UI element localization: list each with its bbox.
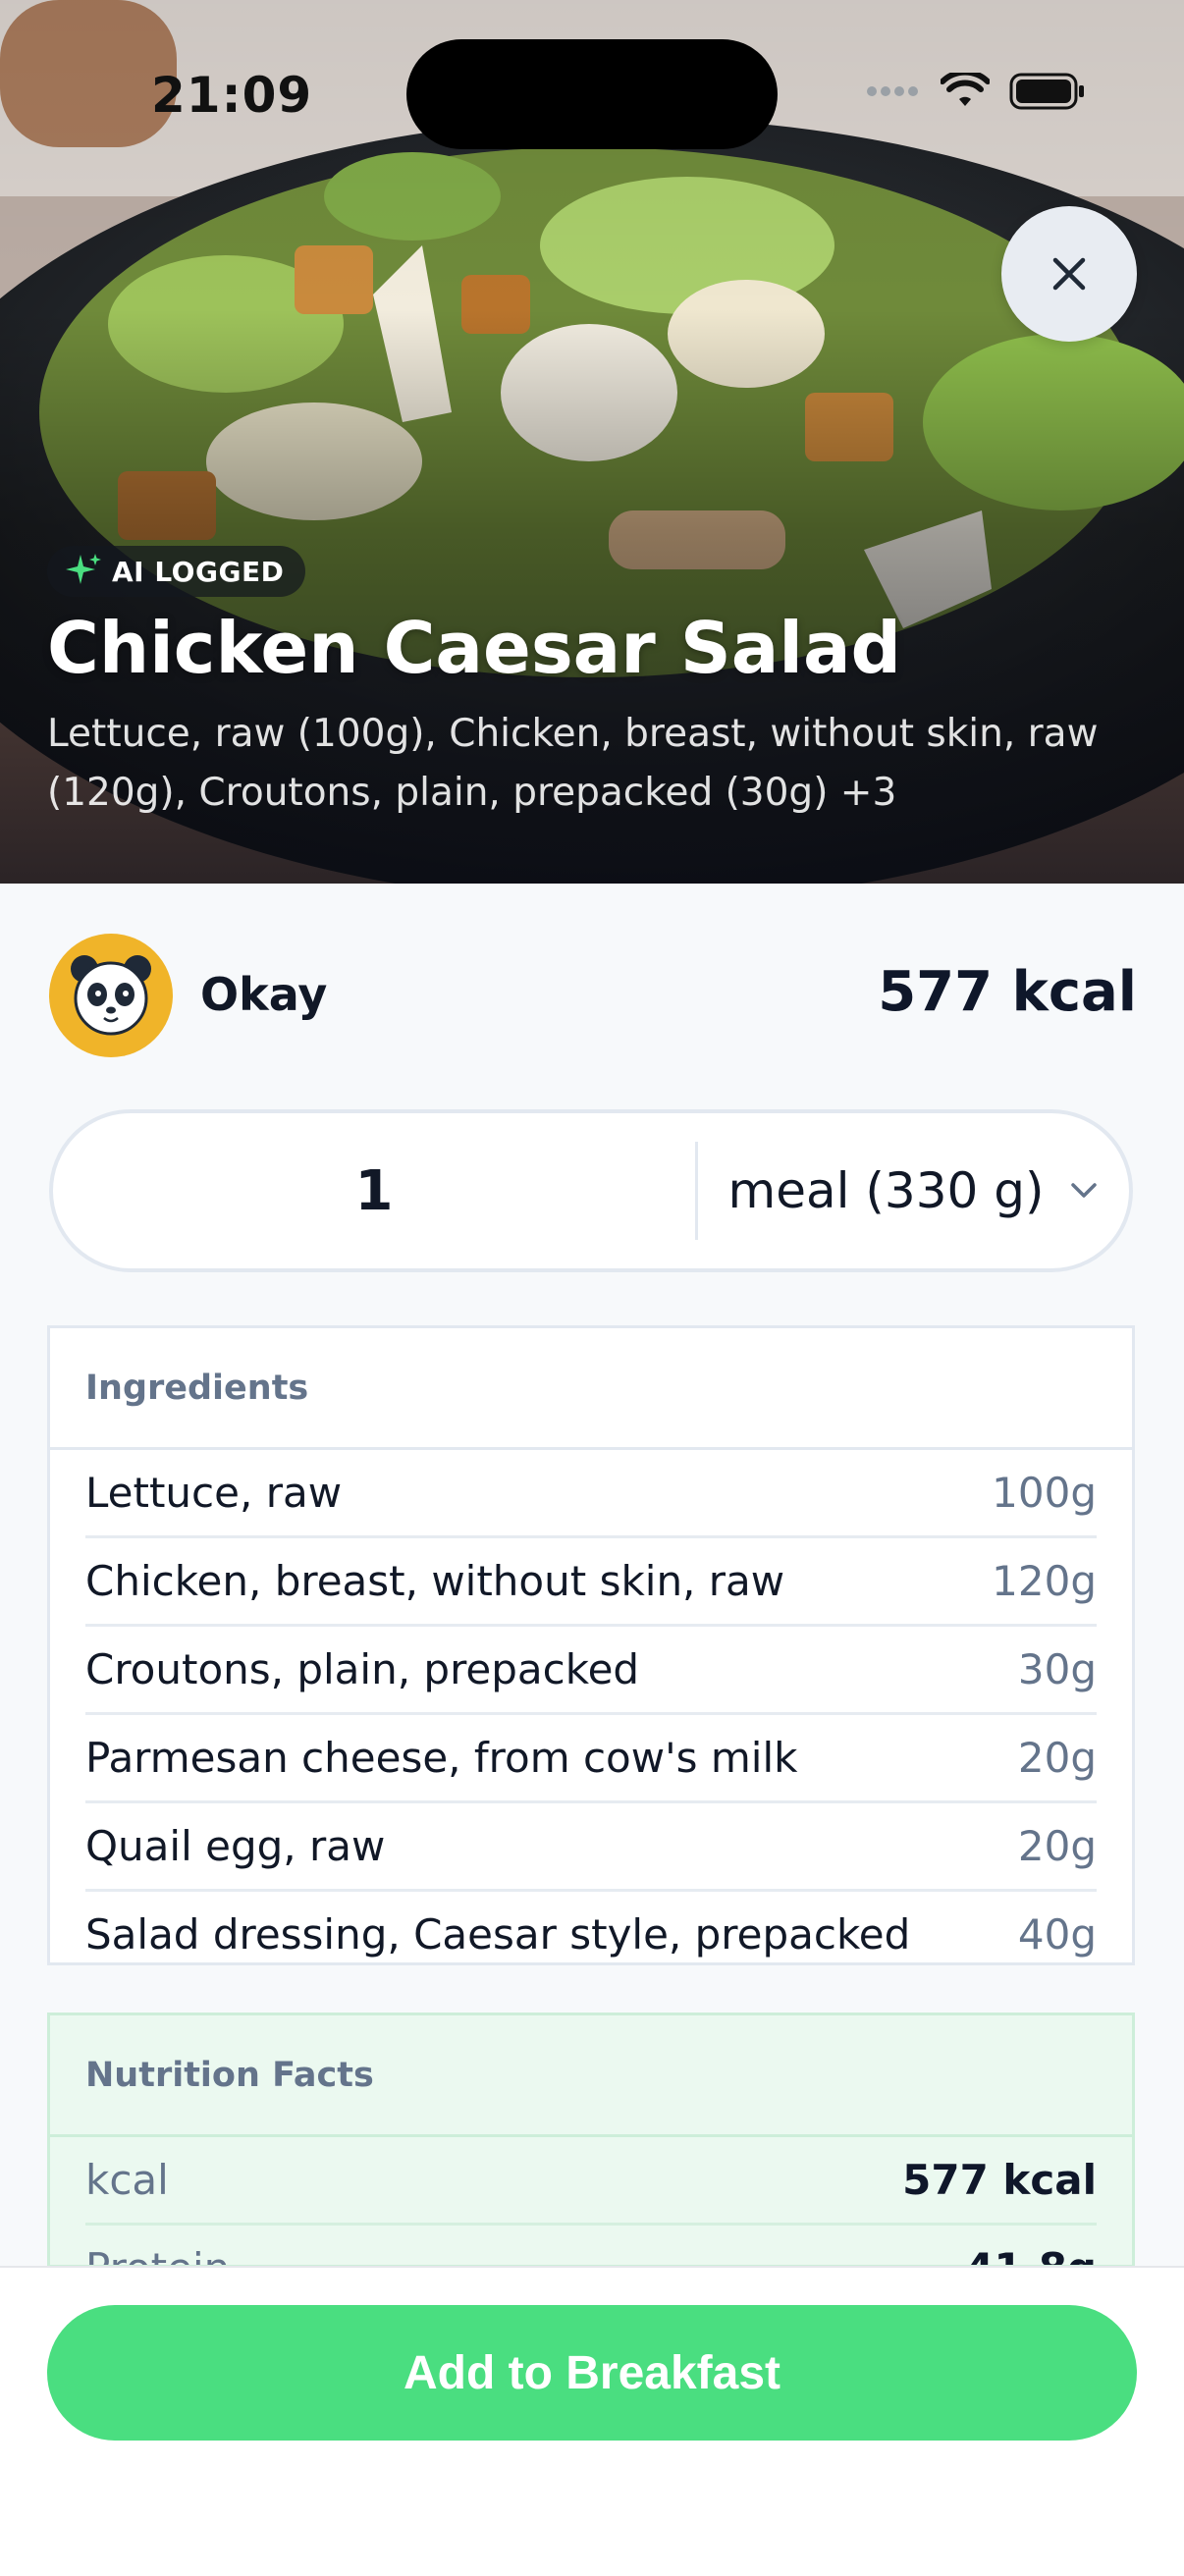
ingredient-row[interactable]: Parmesan cheese, from cow's milk 20g [85,1715,1097,1803]
panda-avatar [49,934,173,1057]
ingredient-name: Quail egg, raw [85,1822,386,1870]
chevron-down-icon [1071,1183,1098,1198]
add-to-breakfast-button[interactable]: Add to Breakfast [47,2305,1137,2441]
cellular-icon [867,86,918,96]
ingredient-row[interactable]: Quail egg, raw 20g [85,1803,1097,1892]
total-calories: 577 kcal [878,960,1137,1024]
nutrition-value: 41.8g [965,2244,1097,2265]
ingredient-name: Salad dressing, Caesar style, prepacked [85,1910,911,1959]
bottom-action-bar: Add to Breakfast [0,2266,1184,2576]
ingredient-name: Lettuce, raw [85,1469,343,1517]
status-time: 21:09 [151,67,313,124]
ingredients-card: Ingredients Lettuce, raw 100g Chicken, b… [47,1325,1135,1965]
ingredient-name: Chicken, breast, without skin, raw [85,1557,785,1605]
panda-icon [71,955,151,1036]
ai-badge-label: AI LOGGED [112,555,285,588]
meal-title: Chicken Caesar Salad [47,607,902,689]
ingredient-name: Croutons, plain, prepacked [85,1645,640,1693]
unit-label: meal (330 g) [727,1162,1045,1219]
dynamic-island [406,39,778,149]
status-icons [866,73,1086,110]
ingredient-amount: 30g [1017,1645,1097,1693]
nutrition-row-kcal: kcal 577 kcal [85,2137,1097,2226]
hero-header: 21:09 AI LOGGED Chicken Caesar Salad Let… [0,0,1184,884]
ingredient-amount: 40g [1017,1910,1097,1959]
ingredients-heading: Ingredients [50,1328,1132,1450]
nutrition-card: Nutrition Facts kcal 577 kcal Protein 41… [47,2012,1135,2268]
wifi-icon [941,73,990,106]
quantity-input[interactable]: 1 [53,1159,695,1223]
unit-dropdown[interactable]: meal (330 g) [698,1162,1129,1219]
nutrition-heading: Nutrition Facts [50,2015,1132,2137]
meal-summary: Lettuce, raw (100g), Chicken, breast, wi… [47,712,1099,815]
ingredient-row[interactable]: Chicken, breast, without skin, raw 120g [85,1538,1097,1627]
serving-selector: 1 meal (330 g) [49,1109,1133,1272]
ingredient-amount: 20g [1017,1734,1097,1782]
ingredient-amount: 100g [992,1469,1097,1517]
nutrition-row-protein: Protein 41.8g [85,2226,1097,2265]
close-icon [1052,257,1086,291]
nutrition-label: kcal [85,2156,169,2204]
sparkle-icon [66,554,101,584]
ingredient-name: Parmesan cheese, from cow's milk [85,1734,798,1782]
ai-logged-badge: AI LOGGED [47,546,306,597]
nutrition-label: Protein [85,2244,230,2265]
ingredient-row[interactable]: Croutons, plain, prepacked 30g [85,1627,1097,1715]
ingredient-amount: 120g [992,1557,1097,1605]
ingredient-amount: 20g [1017,1822,1097,1870]
ingredient-row[interactable]: Lettuce, raw 100g [85,1450,1097,1538]
nutrition-value: 577 kcal [902,2156,1097,2204]
battery-icon [1009,73,1084,110]
ingredient-row[interactable]: Salad dressing, Caesar style, prepacked … [85,1892,1097,1977]
score-label: Okay [200,968,328,1021]
close-button[interactable] [1001,206,1137,342]
